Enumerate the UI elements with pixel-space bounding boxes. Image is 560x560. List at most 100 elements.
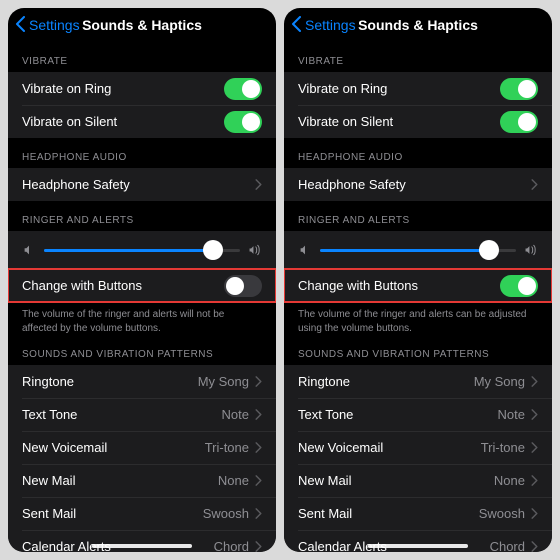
chevron-right-icon	[531, 376, 538, 387]
page-title: Sounds & Haptics	[82, 17, 202, 33]
row-vibrateRing[interactable]: Vibrate on Ring	[284, 72, 552, 105]
row-label-headphoneSafety: Headphone Safety	[22, 177, 130, 192]
row-label-vibrateSilent: Vibrate on Silent	[22, 114, 117, 129]
section-ringer: RINGER AND ALERTS	[284, 201, 552, 231]
row-ringtone[interactable]: Ringtone My Song	[284, 365, 552, 398]
row-label-ringtone: Ringtone	[22, 374, 74, 389]
row-label-vibrateRing: Vibrate on Ring	[298, 81, 387, 96]
section-patterns: SOUNDS AND VIBRATION PATTERNS	[284, 335, 552, 365]
value-ringtone: My Song	[474, 374, 525, 389]
group-vibrate: Vibrate on Ring Vibrate on Silent	[8, 72, 276, 138]
phone-panel: Settings Sounds & Haptics VIBRATE Vibrat…	[8, 8, 276, 552]
value-newMail: None	[218, 473, 249, 488]
group-ringer: Change with Buttons	[284, 231, 552, 302]
row-label-newVoicemail: New Voicemail	[298, 440, 383, 455]
group-ringer: Change with Buttons	[8, 231, 276, 302]
chevron-right-icon	[531, 508, 538, 519]
back-label: Settings	[305, 17, 356, 33]
row-headphoneSafety[interactable]: Headphone Safety	[284, 168, 552, 201]
value-calendar: Chord	[490, 539, 525, 552]
volume-slider-row[interactable]	[8, 231, 276, 269]
row-label-textTone: Text Tone	[22, 407, 77, 422]
group-patterns: Ringtone My Song Text Tone Note New Voic…	[284, 365, 552, 552]
group-headphone: Headphone Safety	[284, 168, 552, 201]
row-newMail[interactable]: New Mail None	[284, 464, 552, 497]
back-button[interactable]: Settings	[290, 16, 356, 35]
change-buttons-note: The volume of the ringer and alerts can …	[284, 302, 552, 335]
chevron-right-icon	[255, 376, 262, 387]
vibrate-ring-toggle[interactable]	[224, 78, 262, 100]
chevron-right-icon	[255, 541, 262, 552]
row-sentMail[interactable]: Sent Mail Swoosh	[8, 497, 276, 530]
volume-fill	[44, 249, 213, 252]
group-vibrate: Vibrate on Ring Vibrate on Silent	[284, 72, 552, 138]
chevron-right-icon	[255, 409, 262, 420]
speaker-high-icon	[248, 243, 262, 257]
chevron-right-icon	[255, 508, 262, 519]
row-newMail[interactable]: New Mail None	[8, 464, 276, 497]
section-vibrate: VIBRATE	[8, 42, 276, 72]
group-headphone: Headphone Safety	[8, 168, 276, 201]
row-label-sentMail: Sent Mail	[298, 506, 352, 521]
value-sentMail: Swoosh	[203, 506, 249, 521]
row-changeButtons[interactable]: Change with Buttons	[8, 269, 276, 302]
chevron-left-icon	[14, 16, 27, 35]
change-buttons-toggle[interactable]	[500, 275, 538, 297]
change-buttons-toggle[interactable]	[224, 275, 262, 297]
chevron-right-icon	[531, 475, 538, 486]
home-indicator[interactable]	[92, 544, 192, 548]
chevron-right-icon	[255, 179, 262, 190]
section-headphone: HEADPHONE AUDIO	[8, 138, 276, 168]
value-textTone: Note	[222, 407, 249, 422]
row-label-changeButtons: Change with Buttons	[22, 278, 142, 293]
section-headphone: HEADPHONE AUDIO	[284, 138, 552, 168]
volume-slider-row[interactable]	[284, 231, 552, 269]
row-newVoicemail[interactable]: New Voicemail Tri-tone	[284, 431, 552, 464]
value-calendar: Chord	[214, 539, 249, 552]
group-patterns: Ringtone My Song Text Tone Note New Voic…	[8, 365, 276, 552]
row-calendar[interactable]: Calendar Alerts Chord	[284, 530, 552, 552]
row-calendar[interactable]: Calendar Alerts Chord	[8, 530, 276, 552]
value-textTone: Note	[498, 407, 525, 422]
speaker-low-icon	[298, 243, 312, 257]
speaker-high-icon	[524, 243, 538, 257]
row-sentMail[interactable]: Sent Mail Swoosh	[284, 497, 552, 530]
change-buttons-note: The volume of the ringer and alerts will…	[8, 302, 276, 335]
row-label-ringtone: Ringtone	[298, 374, 350, 389]
volume-knob[interactable]	[203, 240, 223, 260]
value-ringtone: My Song	[198, 374, 249, 389]
row-label-textTone: Text Tone	[298, 407, 353, 422]
chevron-right-icon	[531, 409, 538, 420]
back-button[interactable]: Settings	[14, 16, 80, 35]
row-textTone[interactable]: Text Tone Note	[8, 398, 276, 431]
volume-track[interactable]	[320, 249, 516, 252]
volume-knob[interactable]	[479, 240, 499, 260]
row-vibrateSilent[interactable]: Vibrate on Silent	[8, 105, 276, 138]
vibrate-ring-toggle[interactable]	[500, 78, 538, 100]
row-label-newMail: New Mail	[22, 473, 75, 488]
chevron-right-icon	[255, 475, 262, 486]
value-sentMail: Swoosh	[479, 506, 525, 521]
row-label-newMail: New Mail	[298, 473, 351, 488]
row-headphoneSafety[interactable]: Headphone Safety	[8, 168, 276, 201]
row-textTone[interactable]: Text Tone Note	[284, 398, 552, 431]
row-newVoicemail[interactable]: New Voicemail Tri-tone	[8, 431, 276, 464]
vibrate-silent-toggle[interactable]	[224, 111, 262, 133]
vibrate-silent-toggle[interactable]	[500, 111, 538, 133]
home-indicator[interactable]	[368, 544, 468, 548]
chevron-right-icon	[531, 179, 538, 190]
navbar: Settings Sounds & Haptics	[8, 8, 276, 42]
row-changeButtons[interactable]: Change with Buttons	[284, 269, 552, 302]
row-vibrateRing[interactable]: Vibrate on Ring	[8, 72, 276, 105]
volume-fill	[320, 249, 489, 252]
row-label-newVoicemail: New Voicemail	[22, 440, 107, 455]
row-ringtone[interactable]: Ringtone My Song	[8, 365, 276, 398]
chevron-right-icon	[531, 442, 538, 453]
section-ringer: RINGER AND ALERTS	[8, 201, 276, 231]
chevron-right-icon	[255, 442, 262, 453]
chevron-right-icon	[531, 541, 538, 552]
row-vibrateSilent[interactable]: Vibrate on Silent	[284, 105, 552, 138]
section-vibrate: VIBRATE	[284, 42, 552, 72]
row-label-changeButtons: Change with Buttons	[298, 278, 418, 293]
volume-track[interactable]	[44, 249, 240, 252]
